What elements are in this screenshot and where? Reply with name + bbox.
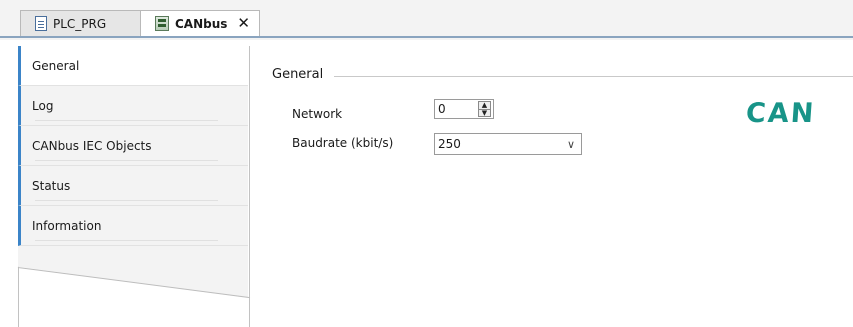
sidebar-item-label: Status [32, 178, 71, 193]
close-icon[interactable]: ✕ [237, 16, 250, 31]
document-icon [35, 16, 47, 31]
group-divider [334, 76, 853, 77]
divider [35, 120, 218, 121]
sidebar-item-label: General [32, 58, 80, 73]
device-icon [155, 16, 169, 31]
sidebar-item-label: Log [32, 98, 54, 113]
network-stepper[interactable]: 0 ▲ ▼ [434, 99, 494, 119]
chevron-down-icon[interactable]: ∨ [561, 138, 581, 151]
baudrate-select[interactable]: 250 ∨ [434, 133, 582, 155]
divider [35, 240, 218, 241]
divider [35, 160, 218, 161]
sidebar-item-general[interactable]: General [18, 46, 248, 86]
sidebar-item-information[interactable]: Information [18, 206, 248, 246]
sidebar-item-canbus-iec-objects[interactable]: CANbus IEC Objects [18, 126, 248, 166]
tab-strip-divider [0, 36, 853, 38]
sidebar-item-log[interactable]: Log [18, 86, 248, 126]
decrement-icon[interactable]: ▼ [479, 110, 490, 117]
sidebar-item-label: CANbus IEC Objects [32, 138, 152, 153]
general-panel: General Network 0 ▲ ▼ Baudrate (kbit/s) … [250, 46, 853, 327]
tab-plc-prg[interactable]: PLC_PRG [20, 10, 150, 36]
network-label: Network [292, 107, 343, 121]
tab-canbus[interactable]: CANbus ✕ [140, 10, 260, 36]
divider [35, 200, 218, 201]
baudrate-label: Baudrate (kbit/s) [292, 136, 394, 150]
editor-tab-strip: PLC_PRG CANbus ✕ [0, 0, 853, 40]
tab-label: CANbus [175, 16, 228, 31]
sidebar-item-label: Information [32, 218, 102, 233]
stepper-buttons: ▲ ▼ [478, 101, 491, 117]
group-title: General [272, 67, 324, 82]
tab-label: PLC_PRG [53, 16, 107, 31]
sidebar: General Log CANbus IEC Objects Status In… [17, 46, 251, 327]
network-value[interactable]: 0 [435, 102, 478, 116]
sidebar-item-status[interactable]: Status [18, 166, 248, 206]
can-logo: CAN [744, 98, 817, 129]
baudrate-value: 250 [438, 137, 461, 151]
